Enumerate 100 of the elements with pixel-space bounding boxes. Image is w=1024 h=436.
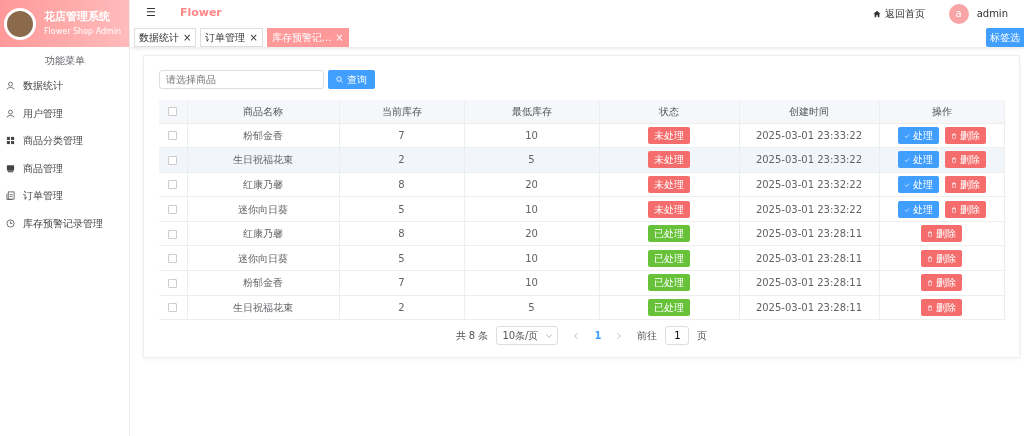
check-icon — [903, 182, 910, 188]
trash-icon — [927, 231, 933, 238]
table-row[interactable]: 红康乃馨 8 20 未处理 2025-03-01 23:32:22 处理 删除 — [159, 172, 1004, 197]
table-cell: 2025-03-01 23:33:22 — [755, 129, 863, 141]
check-icon — [903, 132, 910, 139]
status-tag: 未处理 — [648, 200, 690, 218]
sidebar-item[interactable]: 商品管理 — [0, 154, 129, 182]
menu-heading: 功能菜单 — [44, 55, 85, 66]
table-cell: 迷你向日葵 — [238, 203, 288, 215]
close-icon[interactable]: × — [183, 31, 192, 43]
trash-icon — [927, 255, 933, 262]
trash-icon — [927, 304, 933, 311]
app-subtitle: Flower Shop Admin — [44, 25, 122, 38]
checkbox[interactable] — [168, 107, 178, 117]
status-tag: 未处理 — [648, 126, 690, 144]
table-row[interactable]: 迷你向日葵 5 10 已处理 2025-03-01 23:28:11 删除 — [159, 245, 1004, 271]
table-cell: 迷你向日葵 — [238, 252, 288, 264]
table-cell: 10 — [525, 252, 538, 264]
table-row[interactable]: 粉郁金香 7 10 已处理 2025-03-01 23:28:11 删除 — [159, 270, 1004, 296]
table-cell: 红康乃馨 — [243, 179, 283, 190]
table-cell: 红康乃馨 — [243, 228, 283, 240]
table-cell: 5 — [398, 203, 405, 215]
column-header: 最低库存 — [511, 105, 552, 117]
sidebar-item[interactable]: 用户管理 — [0, 99, 129, 127]
user-icon — [6, 81, 15, 91]
table-cell: 粉郁金香 — [243, 129, 283, 141]
goto-label: 前往 — [637, 329, 658, 344]
search-field[interactable]: 请选择商品 — [159, 70, 324, 89]
table-cell: 5 — [528, 154, 535, 166]
previous-page-icon[interactable] — [574, 332, 579, 339]
next-page-icon[interactable] — [617, 332, 622, 339]
check-icon — [903, 206, 910, 213]
table-cell: 8 — [398, 179, 405, 190]
search-icon — [336, 76, 343, 83]
home-icon — [872, 9, 881, 18]
page-input[interactable]: 1 — [665, 326, 690, 346]
table-cell: 生日祝福花束 — [233, 301, 293, 313]
checkbox[interactable] — [168, 205, 178, 215]
document-icon — [6, 191, 15, 201]
table-row[interactable]: 红康乃馨 8 20 已处理 2025-03-01 23:28:11 删除 — [159, 221, 1004, 246]
table-cell: 20 — [525, 179, 538, 190]
table-cell: 2025-03-01 23:28:11 — [755, 301, 863, 313]
checkbox[interactable] — [168, 131, 178, 141]
logo-photo-placeholder — [4, 7, 36, 40]
status-tag: 已处理 — [648, 298, 690, 316]
table-cell: 7 — [398, 277, 405, 289]
clock-icon — [6, 218, 15, 228]
table-cell: 2025-03-01 23:32:22 — [755, 203, 863, 215]
sidebar-item[interactable]: 库存预警记录管理 — [0, 209, 129, 237]
trash-icon — [950, 182, 957, 188]
status-tag: 已处理 — [648, 249, 690, 267]
checkbox[interactable] — [168, 155, 178, 165]
trash-icon — [950, 206, 957, 213]
checkbox[interactable] — [168, 254, 178, 264]
page-size-select[interactable]: 10条/页 — [496, 326, 559, 346]
status-tag: 已处理 — [648, 274, 690, 292]
status-tag: 未处理 — [648, 176, 690, 193]
table-cell: 2 — [398, 301, 405, 313]
table-cell: 2025-03-01 23:28:11 — [755, 252, 863, 264]
table-cell: 2025-03-01 23:28:11 — [755, 277, 863, 289]
checkbox[interactable] — [168, 229, 178, 239]
monitor-icon — [6, 163, 15, 173]
status-tag: 未处理 — [648, 151, 690, 169]
caret-icon — [546, 333, 553, 338]
total-count: 共 8 条 — [455, 329, 489, 344]
table-cell: 2025-03-01 23:33:22 — [755, 154, 863, 166]
checkbox[interactable] — [168, 180, 178, 190]
status-tag: 已处理 — [648, 225, 690, 243]
trash-icon — [927, 280, 933, 287]
table-cell: 7 — [398, 129, 405, 141]
sidebar-item[interactable]: 数据统计 — [0, 72, 129, 100]
app-title: 花店管理系统 — [44, 9, 111, 26]
tab[interactable]: 数据统计 × — [134, 27, 197, 47]
checkbox[interactable] — [168, 303, 178, 313]
trash-icon — [950, 132, 957, 139]
table-row[interactable]: 粉郁金香 7 10 未处理 2025-03-01 23:33:22 处理 删除 — [159, 123, 1004, 148]
menu-icon[interactable]: ☰ — [146, 5, 156, 22]
grid-icon — [6, 136, 15, 146]
sidebar-item[interactable]: 订单管理 — [0, 182, 129, 210]
table-cell: 2025-03-01 23:32:22 — [755, 179, 863, 190]
table-cell: 2025-03-01 23:28:11 — [755, 228, 863, 240]
table-cell: 2 — [398, 154, 405, 166]
table-row[interactable]: 生日祝福花束 2 5 已处理 2025-03-01 23:28:11 删除 — [159, 295, 1004, 320]
column-header: 创建时间 — [789, 105, 829, 117]
home-link[interactable]: 返回首页 — [872, 6, 925, 21]
close-icon[interactable]: × — [249, 31, 258, 43]
column-header: 商品名称 — [243, 105, 283, 117]
table-cell: 10 — [525, 129, 538, 141]
header-title: Flower — [179, 5, 222, 22]
username[interactable]: admin — [976, 6, 1008, 21]
table-cell: 生日祝福花束 — [233, 154, 293, 166]
table-row[interactable]: 生日祝福花束 2 5 未处理 2025-03-01 23:33:22 处理 删除 — [159, 147, 1004, 173]
table-cell: 10 — [525, 203, 538, 215]
sidebar-item[interactable]: 商品分类管理 — [0, 127, 129, 155]
table-row[interactable]: 迷你向日葵 5 10 未处理 2025-03-01 23:32:22 处理 删除 — [159, 196, 1004, 222]
checkbox[interactable] — [168, 278, 178, 288]
tab[interactable]: 订单管理 × — [200, 27, 263, 47]
table-cell: 粉郁金香 — [243, 277, 283, 289]
table-cell: 10 — [525, 277, 538, 289]
table-cell: 5 — [398, 252, 405, 264]
